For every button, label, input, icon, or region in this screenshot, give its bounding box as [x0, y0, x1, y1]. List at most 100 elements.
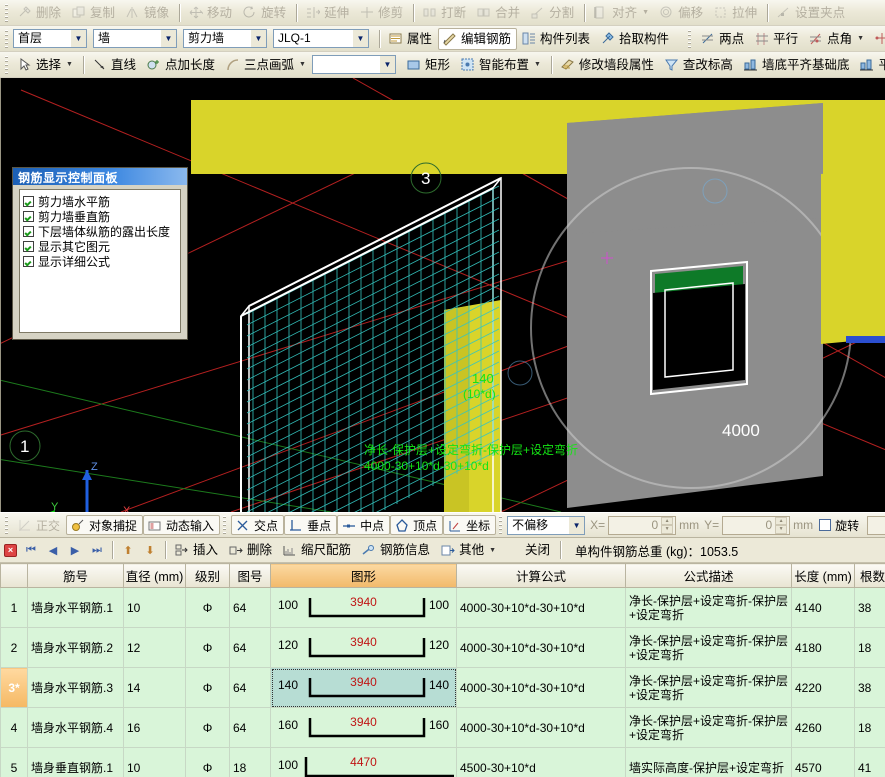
status-button-object-snap[interactable]: 对象捕捉 [66, 515, 144, 535]
table-header-desc[interactable]: 公式描述 [625, 563, 792, 588]
drawing-status-bar[interactable]: 正交 对象捕捉 动态输入 交点 垂点 中点 顶点 坐标 不偏移 ▼ X= 0 ▲ ▼ mm Y= 0 ▲ ▼ mm 旋转… [0, 512, 885, 538]
formula-description-cell[interactable]: 净长-保护层+设定弯折-保护层+设定弯折 [625, 667, 792, 708]
component-toolbar[interactable]: 首层▼墙▼剪力墙▼JLQ-1▼属性编辑钢筋构件列表拾取构件两点平行点角▼三点辅 [0, 26, 885, 52]
formula-description-cell[interactable]: 净长-保护层+设定弯折-保护层+设定弯折 [625, 627, 792, 668]
toolbar-button-insert-row[interactable]: 插入 [170, 539, 224, 561]
toolbar-button-two-point[interactable]: 两点 [696, 28, 750, 50]
table-header-idx[interactable] [0, 563, 28, 588]
spinner-arrows-icon[interactable]: ▲ ▼ [661, 516, 674, 534]
table-cell-grade[interactable]: Φ [185, 587, 230, 628]
y-offset-input[interactable]: 0 ▲ ▼ [722, 515, 791, 535]
rotate-input[interactable]: 0.000▲▼ [867, 515, 885, 535]
snap-button-vertex[interactable]: 顶点 [390, 515, 444, 535]
type-select[interactable]: 剪力墙 ▼ [183, 29, 267, 48]
edit-toolbar[interactable]: 删除 复制 镜像 移动 旋转 延伸 修剪 打断 合并 分割 对齐 ▼ 偏移 拉伸 设置夹点 [0, 0, 885, 26]
rebar-name-cell[interactable]: 墙身垂直钢筋.1 [27, 747, 124, 777]
table-cell-calc[interactable]: 4000-30+10*d-30+10*d [456, 627, 626, 668]
rebar-table[interactable]: 筋号 直径 (mm) 级别 图号 图形 计算公式 公式描述 长度 (mm) 根数 1 墙身水平钢筋… [0, 563, 885, 777]
toolbar-button-modify-wall-segment[interactable]: 修改墙段属性 [556, 54, 660, 76]
toolbar-button-pick-component[interactable]: 拾取构件 [596, 28, 675, 50]
grid-nav-button-4[interactable]: ⬆ [117, 540, 139, 560]
toolbar-button-point-angle[interactable]: 点角 ▼ [804, 28, 870, 50]
row-index-cell[interactable]: 5 [0, 747, 28, 777]
toolbar-button-align-wall-bottom[interactable]: 墙底平齐基础底 [739, 54, 856, 76]
floor-select[interactable]: 首层 ▼ [13, 29, 87, 48]
table-header-grade[interactable]: 级别 [185, 563, 230, 588]
toolbar-button-rectangle[interactable]: 矩形 [402, 54, 456, 76]
grid-nav-button-0[interactable]: ⏮ [20, 540, 42, 560]
table-cell-calc[interactable]: 4500-30+10*d [456, 747, 626, 777]
control-panel-item-4[interactable]: 显示详细公式 [23, 254, 177, 269]
row-index-cell[interactable]: 1 [0, 587, 28, 628]
control-panel-item-3[interactable]: 显示其它图元 [23, 239, 177, 254]
table-cell-calc[interactable]: 4000-30+10*d-30+10*d [456, 587, 626, 628]
table-row[interactable]: 4 墙身水平钢筋.4 16 Φ 64 160 160 3940 4000-30+10*d-30+… [0, 707, 885, 748]
status-button-ortho[interactable]: 正交 [13, 515, 66, 535]
grid-nav-button-3[interactable]: ⏭ [86, 540, 108, 560]
table-cell-figno[interactable]: 18 [229, 747, 271, 777]
grid-nav-button-5[interactable]: ⬇ [139, 540, 161, 560]
table-header-calc[interactable]: 计算公式 [456, 563, 626, 588]
rebar-shape-cell[interactable]: 120 120 3940 [270, 627, 457, 668]
table-cell-count[interactable]: 41 [854, 747, 885, 777]
rotate-spacer-group[interactable]: 0.000▲▼° [864, 515, 885, 535]
table-header-dia[interactable]: 直径 (mm) [123, 563, 186, 588]
status-button-dynamic-input[interactable]: 动态输入 [143, 515, 221, 535]
table-row[interactable]: 3* 墙身水平钢筋.3 14 Φ 64 140 140 3940 4000-30+10*d-30… [0, 667, 885, 708]
chevron-down-icon[interactable]: ▼ [857, 35, 864, 42]
toolbar-button-delete-row[interactable]: 删除 [224, 539, 278, 561]
toolbar-button-properties[interactable]: 属性 [384, 28, 438, 50]
toolbar-grip[interactable] [3, 2, 10, 23]
rotate-group[interactable]: 旋转 [819, 517, 859, 534]
toolbar-button-edit-rebar[interactable]: 编辑钢筋 [438, 27, 518, 50]
chevron-down-icon[interactable]: ▼ [352, 30, 368, 47]
checkbox-checked-icon[interactable] [23, 196, 34, 207]
snap-button-perpendicular[interactable]: 垂点 [284, 515, 338, 535]
table-cell-count[interactable]: 18 [854, 707, 885, 748]
table-cell-dia[interactable]: 10 [123, 587, 186, 628]
y-label-group[interactable]: Y= 0 ▲ ▼ mm [704, 515, 813, 535]
table-cell-figno[interactable]: 64 [229, 627, 271, 668]
table-header-name[interactable]: 筋号 [27, 563, 124, 588]
chevron-down-icon[interactable]: ▼ [489, 547, 496, 554]
toolbar-button-other[interactable]: 其他 ▼ [436, 539, 502, 561]
rotate-checkbox[interactable] [819, 519, 832, 531]
row-index-cell[interactable]: 4 [0, 707, 28, 748]
rebar-shape-cell[interactable]: 160 160 3940 [270, 707, 457, 748]
snap-button-midpoint[interactable]: 中点 [337, 515, 391, 535]
toolbar-button-check-elevation[interactable]: 查改标高 [660, 54, 739, 76]
formula-description-cell[interactable]: 净长-保护层+设定弯折-保护层+设定弯折 [625, 587, 792, 628]
table-cell-figno[interactable]: 64 [229, 707, 271, 748]
spinner-arrows-icon[interactable]: ▲ ▼ [775, 516, 788, 534]
rebar-display-control-panel[interactable]: 钢筋显示控制面板 剪力墙水平筋 剪力墙垂直筋 下层墙体纵筋的露出长度 显示其它图元 显示… [12, 167, 188, 340]
model-viewport[interactable]: X Y Z 3 1 2 140 (10*d) 4000 净长-保护层+设定弯折-… [0, 78, 885, 512]
chevron-down-icon[interactable]: ▼ [70, 30, 86, 47]
table-cell-len[interactable]: 4140 [791, 587, 855, 628]
toolbar-button-scaled-rebar[interactable]: 缩尺配筋 [278, 539, 357, 561]
rebar-grid-toolbar[interactable]: × ⏮ ◀ ▶ ⏭ ⬆ ⬇ 插入 删除 缩尺配筋 钢筋信息 其他 ▼ 关闭 单构件钢筋总重 (kg)：10… [0, 538, 885, 563]
table-cell-len[interactable]: 4260 [791, 707, 855, 748]
toolbar-button-three-point-arc[interactable]: 三点画弧 ▼ [221, 54, 312, 76]
chevron-down-icon[interactable]: ▼ [642, 9, 649, 16]
chevron-down-icon[interactable]: ▼ [250, 30, 266, 47]
table-header-count[interactable]: 根数 [854, 563, 885, 588]
table-header-figno[interactable]: 图号 [229, 563, 271, 588]
toolbar-button-point-length[interactable]: 点加长度 [142, 54, 221, 76]
row-index-cell[interactable]: 3* [0, 667, 28, 708]
toolbar-grip[interactable] [3, 54, 10, 75]
chevron-down-icon[interactable]: ▼ [534, 61, 541, 68]
rebar-shape-cell[interactable]: 100 4470 [270, 747, 457, 777]
table-header-shape[interactable]: 图形 [270, 563, 457, 588]
rebar-table-container[interactable]: 筋号 直径 (mm) 级别 图号 图形 计算公式 公式描述 长度 (mm) 根数 1 墙身水平钢筋… [0, 563, 885, 777]
toolbar-button-select[interactable]: 选择 ▼ [13, 54, 79, 76]
table-cell-calc[interactable]: 4000-30+10*d-30+10*d [456, 667, 626, 708]
table-cell-grade[interactable]: Φ [185, 747, 230, 777]
formula-description-cell[interactable]: 净长-保护层+设定弯折-保护层+设定弯折 [625, 707, 792, 748]
table-cell-dia[interactable]: 12 [123, 627, 186, 668]
draw-toolbar[interactable]: 选择 ▼ 直线 点加长度 三点画弧 ▼ ▼ 矩形 智能布置 ▼ 修改墙段属性 查改标高 墙底平齐基础底 平… [0, 52, 885, 78]
member-select[interactable]: JLQ-1 ▼ [273, 29, 369, 48]
table-cell-calc[interactable]: 4000-30+10*d-30+10*d [456, 707, 626, 748]
table-cell-figno[interactable]: 64 [229, 587, 271, 628]
table-cell-dia[interactable]: 16 [123, 707, 186, 748]
statusbar-grip[interactable] [221, 515, 229, 535]
